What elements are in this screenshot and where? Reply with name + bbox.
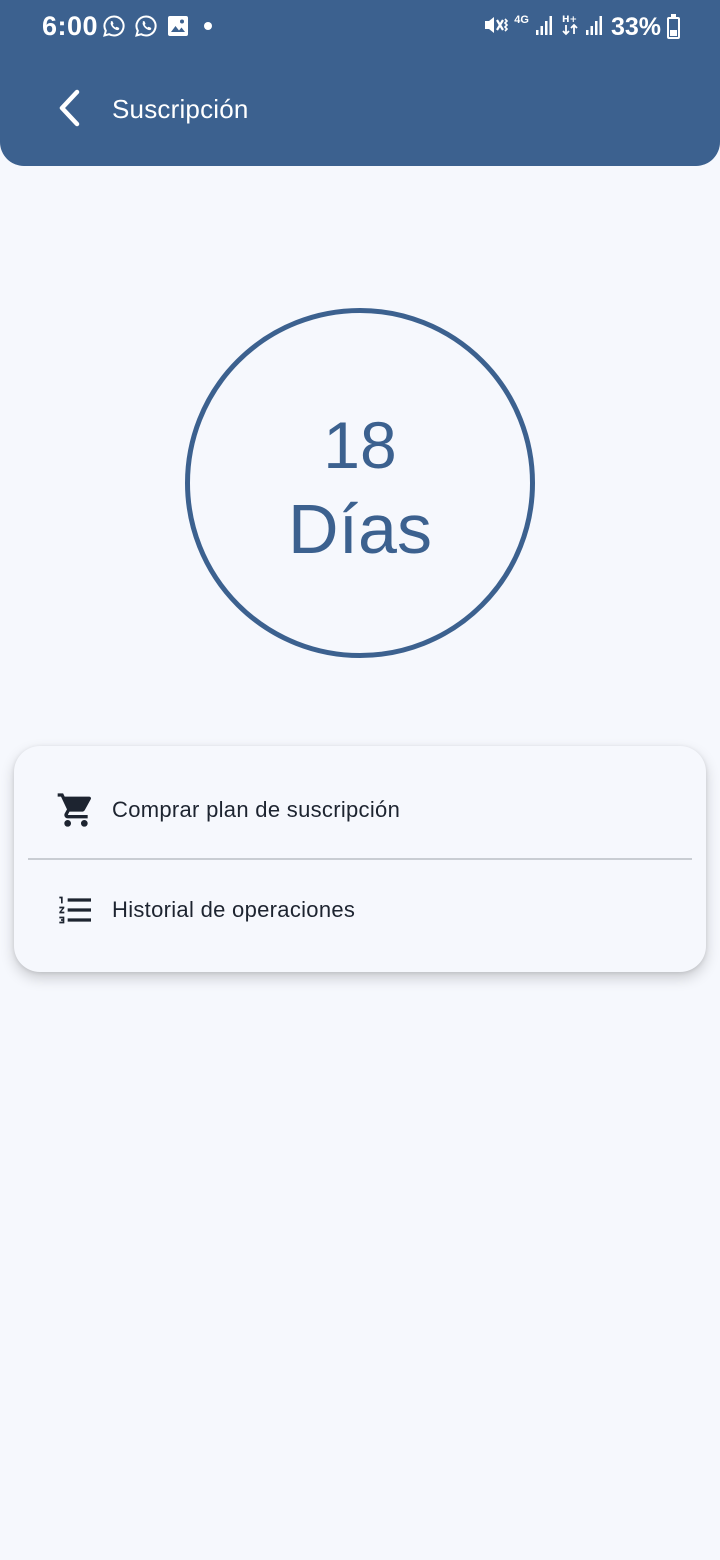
subscription-menu-card: Comprar plan de suscripción Historial de… bbox=[14, 746, 706, 972]
days-remaining-circle: 18 Días bbox=[185, 308, 535, 658]
status-bar: 6:00 4G H+ 33% bbox=[0, 0, 720, 56]
whatsapp-icon bbox=[134, 14, 158, 38]
days-label: Días bbox=[288, 490, 432, 568]
signal-icon bbox=[535, 14, 555, 41]
dot-icon bbox=[204, 22, 212, 30]
status-time: 6:00 bbox=[42, 11, 99, 41]
mute-vibrate-icon bbox=[482, 12, 509, 43]
data-arrows-icon: H+ bbox=[561, 13, 579, 42]
menu-item-label: Historial de operaciones bbox=[112, 897, 356, 922]
signal-icon bbox=[585, 14, 605, 41]
menu-item-label: Comprar plan de suscripción bbox=[112, 797, 401, 822]
battery-icon bbox=[667, 13, 680, 39]
gallery-icon bbox=[166, 14, 190, 38]
menu-item-operations-history[interactable]: Historial de operaciones bbox=[14, 860, 706, 960]
network-type-4g: 4G bbox=[514, 14, 529, 26]
app-bar: Suscripción bbox=[0, 70, 720, 150]
svg-text:H+: H+ bbox=[562, 15, 577, 25]
status-notification-icons bbox=[102, 14, 212, 38]
whatsapp-icon bbox=[102, 14, 126, 38]
status-system-icons: 4G H+ 33% bbox=[482, 12, 680, 43]
chevron-left-icon bbox=[55, 89, 85, 132]
battery-percent: 33% bbox=[610, 13, 661, 41]
page-title: Suscripción bbox=[112, 94, 249, 124]
menu-item-buy-plan[interactable]: Comprar plan de suscripción bbox=[14, 760, 706, 860]
days-remaining-value: 18 bbox=[323, 408, 397, 482]
app-header: 6:00 4G H+ 33% Suscripción bbox=[0, 0, 720, 166]
shopping-cart-icon bbox=[54, 788, 98, 832]
back-button[interactable] bbox=[44, 88, 96, 132]
numbered-list-icon bbox=[54, 888, 98, 932]
